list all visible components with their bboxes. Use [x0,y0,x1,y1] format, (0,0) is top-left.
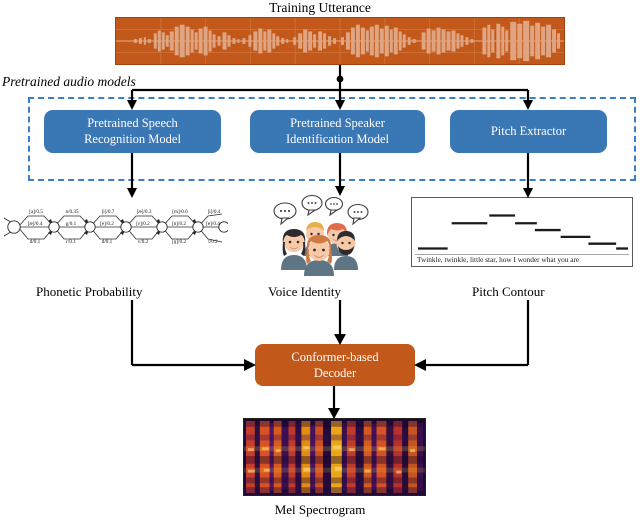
pretrained-speaker-identification-model-box[interactable]: Pretrained Speaker Identification Model [250,110,425,153]
lattice-edge-label: [ɛ]/0.2 [136,221,150,227]
training-utterance-waveform [115,17,565,65]
lattice-edge-label: d/0.1 [102,239,113,245]
lattice-edge-label: [e]/0.2 [100,221,114,227]
pitch-contour-panel: Twinkle, twinkle, little star, how I won… [411,197,633,267]
lattice-edge-label: r/0.1 [66,239,76,245]
lattice-edge-label: [e]/0.4 [206,221,220,227]
lattice-edge-label: n/0.35 [65,209,79,215]
lattice-edge-label: [a]/0.5 [29,209,43,215]
lattice-edge-label: [m]/0.6 [172,209,188,215]
mel-spectrogram-caption: Mel Spectrogram [274,502,366,517]
speaker-avatar [281,229,307,270]
voice-identity-speakers-illustration [268,194,372,278]
mel-spectrogram-image [243,418,426,496]
decoder-label-line1: Conformer-based [291,349,379,364]
speaker-label-line1: Pretrained Speaker [290,115,385,130]
lattice-edge-label: g/0.1 [66,221,77,227]
asr-label-line2: Recognition Model [84,131,181,146]
phonetic-probability-label: Phonetic Probability [36,284,143,299]
asr-label-line1: Pretrained Speech [87,115,178,130]
pretrained-speech-recognition-model-box[interactable]: Pretrained Speech Recognition Model [44,110,221,153]
lattice-edge-label: d/0.1 [30,239,41,245]
lattice-edge-label: [i]/0.7 [102,209,115,215]
lattice-edge-label: [æ]/0.3 [137,209,152,215]
voice-identity-label: Voice Identity [268,284,342,299]
pitch-contour-caption: Twinkle, twinkle, little star, how I won… [417,255,580,264]
speaker-avatar [304,235,334,276]
speaker-label-line2: Identification Model [285,131,390,146]
conformer-based-decoder-box[interactable]: Conformer-based Decoder [255,344,415,386]
decoder-label-line2: Decoder [313,366,357,380]
pitch-extractor-label: Pitch Extractor [490,123,567,138]
lattice-edge-label: [ŋ]/0.2 [172,239,186,245]
pitch-extractor-box[interactable]: Pitch Extractor [450,110,607,153]
lattice-edge-label: [i]/0.4 [208,209,221,215]
lattice-edge-label: v/0.2 [138,239,149,245]
pretrained-audio-models-label: Pretrained audio models [2,74,136,89]
pitch-contour-label: Pitch Contour [472,284,545,299]
lattice-edge-label: t/0.2 [208,239,218,245]
lattice-edge-label: [æ]/0.4 [28,221,43,227]
lattice-edge-label: [n]/0.2 [172,221,186,227]
phonetic-lattice-graph: [a]/0.5 [æ]/0.4 d/0.1 n/0.35 g/0.1 r/0.1… [4,196,228,258]
page-title: Training Utterance [269,0,371,15]
